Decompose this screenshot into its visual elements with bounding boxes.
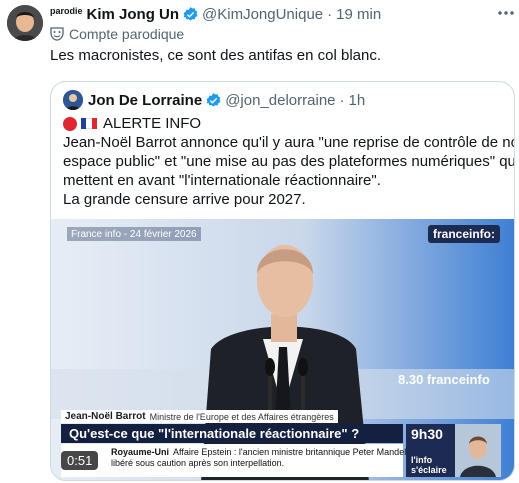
author-handle[interactable]: @KimJongUnique: [202, 6, 323, 23]
program-badge: 9h30 l'info s'éclaire: [406, 424, 455, 477]
alert-label: ALERTE INFO: [103, 115, 202, 132]
france-flag-icon: [81, 118, 97, 129]
post-header: parodie Kim Jong Un @KimJongUnique · 19 …: [50, 5, 381, 23]
theater-mask-icon: [50, 27, 64, 41]
quoted-author-handle[interactable]: @jon_delorraine: [225, 92, 335, 109]
quoted-post[interactable]: Jon De Lorraine @jon_delorraine · 1h ALE…: [50, 81, 515, 481]
speaker-caption: Jean-Noël Barrot Ministre de l'Europe et…: [61, 410, 338, 423]
ticker-country: Royaume-Uni: [111, 447, 170, 457]
speaker-role: Ministre de l'Europe et des Affaires étr…: [149, 411, 334, 422]
author-avatar[interactable]: [7, 5, 43, 41]
separator-dot: ·: [339, 91, 345, 109]
ticker-text: libéré sous caution après son interpella…: [111, 458, 285, 468]
red-circle-icon: [63, 116, 77, 131]
quoted-post-header: Jon De Lorraine @jon_delorraine · 1h: [63, 90, 365, 110]
news-ticker: Royaume-Uni Affaire Epstein : l'ancien mi…: [61, 444, 421, 477]
question-banner: Qu'est-ce que "l'internationale réaction…: [61, 424, 403, 443]
parody-tag: parodie: [50, 6, 83, 16]
quoted-text-line: Jean-Noël Barrot annonce qu'il y aura "u…: [63, 134, 515, 151]
verified-badge-icon: [206, 92, 221, 107]
franceinfo-logo: franceinfo:: [427, 225, 500, 243]
program-badge-subtitle: l'info s'éclaire: [411, 455, 447, 475]
quoted-author-name[interactable]: Jon De Lorraine: [88, 92, 202, 109]
quoted-text-line: espace public" et "une mise au pas des p…: [63, 153, 515, 170]
more-horizontal-icon: [498, 11, 514, 15]
post-time[interactable]: 19 min: [336, 6, 381, 23]
separator-dot: ·: [327, 5, 333, 23]
quoted-text-line: mettent en avant "l'internationale réact…: [63, 172, 381, 189]
parody-label: Compte parodique: [69, 26, 185, 42]
quoted-post-text: ALERTE INFO Jean-Noël Barrot annonce qu'…: [63, 114, 515, 209]
more-options-button[interactable]: [496, 5, 516, 21]
quoted-post-time[interactable]: 1h: [349, 92, 366, 109]
author-name[interactable]: Kim Jong Un: [87, 6, 180, 23]
parody-notice: Compte parodique: [50, 25, 184, 43]
presenter-thumbnail: [455, 424, 501, 477]
ticker-text: Affaire Epstein : l'ancien ministre brit…: [173, 447, 421, 457]
program-time-label: 8.30 franceinfo: [398, 372, 490, 387]
ticker-line: libéré sous caution après son interpella…: [111, 458, 397, 469]
verified-badge-icon: [183, 6, 198, 21]
ticker-line: Royaume-Uni Affaire Epstein : l'ancien mi…: [111, 447, 421, 458]
tweet[interactable]: parodie Kim Jong Un @KimJongUnique · 19 …: [0, 0, 519, 483]
video-duration[interactable]: 0:51: [61, 451, 99, 470]
speaker-name: Jean-Noël Barrot: [65, 411, 146, 422]
question-text: Qu'est-ce que "l'internationale réaction…: [69, 426, 360, 441]
video-date-tag: France info - 24 février 2026: [67, 227, 201, 241]
post-text: Les macronistes, ce sont des antifas en …: [50, 47, 382, 64]
quoted-author-avatar[interactable]: [63, 90, 83, 110]
alert-line: ALERTE INFO: [63, 114, 508, 133]
video-player[interactable]: France info - 24 février 2026 franceinfo…: [51, 219, 514, 480]
program-badge-time: 9h30: [411, 426, 443, 442]
quoted-text-line: La grande censure arrive pour 2027.: [63, 191, 306, 208]
